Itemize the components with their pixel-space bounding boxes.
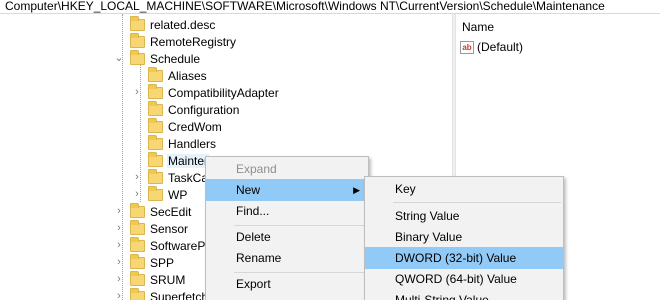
- tree-item-wp[interactable]: WP: [148, 185, 188, 203]
- menu-item-delete[interactable]: Delete: [206, 226, 368, 248]
- folder-icon: [130, 287, 145, 300]
- chevron-right-icon[interactable]: ›: [114, 220, 124, 237]
- menu-item-rename[interactable]: Rename: [206, 247, 368, 269]
- submenu-item-string-value[interactable]: String Value: [365, 205, 563, 227]
- chevron-right-icon[interactable]: ›: [114, 288, 124, 300]
- folder-icon: [130, 49, 145, 65]
- value-row-default[interactable]: ab (Default): [460, 40, 523, 54]
- folder-icon: [148, 100, 163, 116]
- tree-item-configuration[interactable]: Configuration: [148, 100, 240, 118]
- tree-item-compatibilityadapter[interactable]: CompatibilityAdapter: [148, 83, 280, 101]
- tree-item-label: Aliases: [168, 68, 207, 83]
- folder-icon: [148, 185, 163, 201]
- value-name: (Default): [477, 40, 524, 54]
- address-bar[interactable]: Computer\HKEY_LOCAL_MACHINE\SOFTWARE\Mic…: [0, 0, 660, 14]
- folder-icon: [130, 270, 145, 286]
- tree-item-label: RemoteRegistry: [150, 34, 237, 49]
- folder-icon: [148, 83, 163, 99]
- menu-item-find[interactable]: Find...: [206, 200, 368, 222]
- address-path: Computer\HKEY_LOCAL_MACHINE\SOFTWARE\Mic…: [5, 0, 605, 13]
- tree-item-label: SecEdit: [150, 204, 192, 219]
- folder-icon: [148, 134, 163, 150]
- chevron-right-icon[interactable]: ›: [132, 169, 142, 186]
- menu-separator: [393, 202, 561, 203]
- tree-item-handlers[interactable]: Handlers: [148, 134, 217, 152]
- tree-item-label: Mainter: [167, 153, 210, 168]
- submenu-item-binary-value[interactable]: Binary Value: [365, 226, 563, 248]
- chevron-down-icon[interactable]: ⌄: [114, 50, 124, 67]
- submenu-item-dword-value[interactable]: DWORD (32-bit) Value: [365, 247, 563, 269]
- tree-item-label: CredWom: [168, 119, 222, 134]
- menu-item-label: New: [236, 183, 261, 197]
- folder-icon: [130, 236, 145, 252]
- tree-item-label: Handlers: [168, 136, 217, 151]
- tree-item-schedule[interactable]: Schedule: [130, 49, 201, 67]
- chevron-right-icon[interactable]: ›: [114, 271, 124, 288]
- folder-icon: [130, 15, 145, 31]
- submenu-item-multi-string-value[interactable]: Multi-String Value: [365, 289, 563, 300]
- folder-icon: [148, 151, 163, 167]
- submenu-arrow-icon: ▶: [353, 185, 360, 195]
- tree-item-softwareprotection[interactable]: SoftwarePro: [130, 236, 217, 254]
- tree-item-spp[interactable]: SPP: [130, 253, 175, 271]
- menu-item-new[interactable]: New ▶: [206, 179, 368, 201]
- tree-item-sensor[interactable]: Sensor: [130, 219, 189, 237]
- folder-icon: [148, 117, 163, 133]
- tree-item-label: CompatibilityAdapter: [168, 85, 279, 100]
- tree-item-label: WP: [168, 187, 188, 202]
- tree-item-superfetch[interactable]: Superfetch: [130, 287, 209, 300]
- tree-item-related-desc[interactable]: related.desc: [130, 15, 216, 33]
- folder-icon: [148, 66, 163, 82]
- string-value-icon: ab: [460, 40, 474, 54]
- folder-icon: [130, 32, 145, 48]
- tree-item-srum[interactable]: SRUM: [130, 270, 186, 288]
- chevron-right-icon[interactable]: ›: [132, 186, 142, 203]
- submenu-item-key[interactable]: Key: [365, 178, 563, 200]
- chevron-right-icon[interactable]: ›: [132, 84, 142, 101]
- tree-item-aliases[interactable]: Aliases: [148, 66, 208, 84]
- tree-item-label: related.desc: [150, 17, 216, 32]
- tree-item-label: Sensor: [150, 221, 189, 236]
- tree-item-label: Superfetch: [150, 289, 209, 300]
- tree-item-secedit[interactable]: SecEdit: [130, 202, 192, 220]
- tree-item-label: SRUM: [150, 272, 186, 287]
- tree-item-label: SPP: [150, 255, 175, 270]
- folder-icon: [130, 253, 145, 269]
- tree-item-remoteregistry[interactable]: RemoteRegistry: [130, 32, 237, 50]
- chevron-right-icon[interactable]: ›: [114, 254, 124, 271]
- new-submenu: Key String Value Binary Value DWORD (32-…: [364, 176, 564, 300]
- menu-item-expand[interactable]: Expand: [206, 158, 368, 180]
- chevron-right-icon[interactable]: ›: [114, 237, 124, 254]
- column-header-name[interactable]: Name: [462, 20, 494, 34]
- tree-item-maintenance[interactable]: Mainter: [148, 151, 210, 169]
- menu-item-export[interactable]: Export: [206, 273, 368, 295]
- submenu-item-qword-value[interactable]: QWORD (64-bit) Value: [365, 268, 563, 290]
- tree-item-credwom[interactable]: CredWom: [148, 117, 223, 135]
- folder-icon: [148, 168, 163, 184]
- tree-item-label: Schedule: [150, 51, 201, 66]
- tree-item-label: Configuration: [168, 102, 240, 117]
- folder-icon: [130, 202, 145, 218]
- folder-icon: [130, 219, 145, 235]
- context-menu: Expand New ▶ Find... Delete Rename Expor…: [205, 156, 369, 300]
- chevron-right-icon[interactable]: ›: [114, 203, 124, 220]
